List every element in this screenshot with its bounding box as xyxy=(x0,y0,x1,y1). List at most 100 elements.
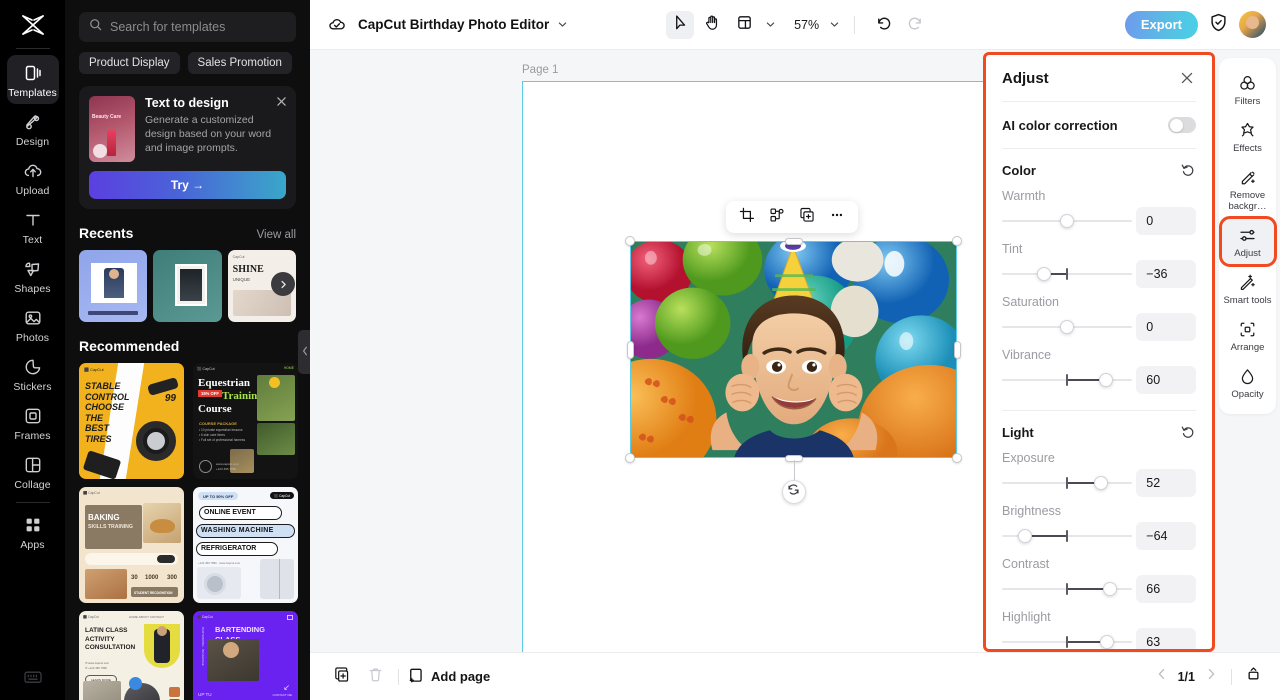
template-card[interactable]: UP TO 50% OFF ⬛ CapCut ONLINE EVENT WASH… xyxy=(193,487,298,603)
close-icon[interactable] xyxy=(276,94,287,112)
sidebar-item-stickers[interactable]: Stickers xyxy=(7,349,59,398)
slider-track[interactable] xyxy=(1002,370,1132,390)
crop-icon xyxy=(739,207,755,228)
slider-value[interactable]: −64 xyxy=(1136,522,1196,550)
sidebar-item-text[interactable]: Text xyxy=(7,202,59,251)
template-card[interactable]: ⬛ CapCut HOME Equestrian Training 15% OF… xyxy=(193,363,298,479)
upload-cloud-icon xyxy=(22,160,44,182)
undo-icon xyxy=(875,14,892,36)
add-page-button[interactable]: Add page xyxy=(408,667,490,686)
export-button[interactable]: Export xyxy=(1124,10,1198,39)
next-page-button[interactable] xyxy=(1204,667,1218,686)
rotate-handle[interactable] xyxy=(781,480,806,504)
resize-handle-left[interactable] xyxy=(626,340,634,359)
slider-value[interactable]: 0 xyxy=(1136,313,1196,341)
duplicate-page-button[interactable] xyxy=(328,664,354,690)
sidebar-item-collage[interactable]: Collage xyxy=(7,447,59,496)
delete-page-button[interactable] xyxy=(362,664,388,690)
tool-arrange[interactable]: Arrange xyxy=(1222,313,1274,358)
tool-opacity[interactable]: Opacity xyxy=(1222,360,1274,405)
sidebar-item-upload[interactable]: Upload xyxy=(7,153,59,202)
zoom-chevron-down-icon[interactable] xyxy=(829,19,840,30)
slider-saturation: Saturation 0 xyxy=(1002,288,1196,341)
template-card[interactable]: ⬛ CapCut STABLE CONTROL CHOOSE THE BEST TIRES… xyxy=(79,363,184,479)
present-button[interactable] xyxy=(1245,666,1262,688)
zoom-level[interactable]: 57% xyxy=(794,18,819,32)
sidebar-item-photos[interactable]: Photos xyxy=(7,300,59,349)
slider-track[interactable] xyxy=(1002,317,1132,337)
tool-filters[interactable]: Filters xyxy=(1222,67,1274,112)
resize-handle-bottom-left[interactable] xyxy=(625,453,635,463)
document-title[interactable]: CapCut Birthday Photo Editor xyxy=(358,17,549,32)
close-icon[interactable] xyxy=(1178,69,1196,87)
collapse-panel-button[interactable] xyxy=(298,330,310,374)
hand-tool-button[interactable] xyxy=(698,11,726,39)
resize-handle-top-right[interactable] xyxy=(952,236,962,246)
sidebar-item-design[interactable]: Design xyxy=(7,104,59,153)
slider-value[interactable]: 60 xyxy=(1136,366,1196,394)
keyboard-shortcuts-button[interactable] xyxy=(0,669,65,690)
slider-track[interactable] xyxy=(1002,632,1132,649)
slider-value[interactable]: 66 xyxy=(1136,575,1196,603)
sidebar-item-label: Templates xyxy=(8,87,57,99)
slider-value[interactable]: −36 xyxy=(1136,260,1196,288)
selected-image-frame[interactable]: С ДНЁМ РОЖД xyxy=(625,201,962,504)
slider-track[interactable] xyxy=(1002,211,1132,231)
tool-label: Filters xyxy=(1234,96,1261,107)
recent-thumb-1[interactable] xyxy=(79,250,148,322)
slider-track[interactable] xyxy=(1002,526,1132,546)
remove-background-button[interactable] xyxy=(764,204,790,230)
sidebar-item-templates[interactable]: Templates xyxy=(6,55,59,104)
slider-track[interactable] xyxy=(1002,579,1132,599)
photo-element[interactable]: С ДНЁМ РОЖД xyxy=(630,241,957,458)
resize-handle-top-left[interactable] xyxy=(625,236,635,246)
redo-button[interactable] xyxy=(901,11,929,39)
slider-track[interactable] xyxy=(1002,264,1132,284)
reset-icon[interactable] xyxy=(1180,162,1196,178)
prev-page-button[interactable] xyxy=(1155,667,1169,686)
tool-effects[interactable]: Effects xyxy=(1222,114,1274,159)
cloud-saved-icon[interactable] xyxy=(324,12,350,38)
resize-handle-top[interactable] xyxy=(784,237,803,245)
reset-icon[interactable] xyxy=(1180,424,1196,440)
add-page-icon xyxy=(408,667,424,686)
slider-value[interactable]: 63 xyxy=(1136,628,1196,649)
chip-product-display[interactable]: Product Display xyxy=(79,52,180,74)
layout-tool-button[interactable] xyxy=(730,11,758,39)
avatar[interactable] xyxy=(1238,11,1266,38)
slider-value[interactable]: 0 xyxy=(1136,207,1196,235)
page-navigation: 1/1 xyxy=(1155,666,1262,688)
template-card[interactable]: ⬛ CapCut BAKING SKILLS TRAINING 30 1000 … xyxy=(79,487,184,603)
select-tool-button[interactable] xyxy=(666,10,695,39)
slider-value[interactable]: 52 xyxy=(1136,469,1196,497)
sidebar-item-apps[interactable]: Apps xyxy=(7,507,59,556)
shield-check-icon[interactable] xyxy=(1208,12,1229,38)
rotate-icon xyxy=(787,483,800,501)
sidebar-item-frames[interactable]: Frames xyxy=(7,398,59,447)
resize-handle-bottom-right[interactable] xyxy=(952,453,962,463)
sidebar-item-label: Stickers xyxy=(13,381,52,393)
ai-color-correction-toggle[interactable] xyxy=(1168,117,1196,133)
recent-thumb-2[interactable] xyxy=(153,250,222,322)
more-options-button[interactable] xyxy=(824,204,850,230)
duplicate-button[interactable] xyxy=(794,204,820,230)
undo-button[interactable] xyxy=(869,11,897,39)
template-card[interactable]: ⬛ CapCut BARTENDINGCLASSDISCOUNT BARTEND… xyxy=(193,611,298,700)
try-button[interactable]: Try → xyxy=(89,171,286,199)
tool-smart-tools[interactable]: Smart tools xyxy=(1222,266,1274,311)
tool-adjust[interactable]: Adjust xyxy=(1218,216,1277,267)
slider-track[interactable] xyxy=(1002,473,1132,493)
search-input[interactable]: Search for templates xyxy=(79,12,296,42)
crop-button[interactable] xyxy=(734,204,760,230)
tool-remove-background[interactable]: Remove backgr… xyxy=(1222,161,1274,217)
opacity-icon xyxy=(1238,366,1258,386)
chevron-down-icon[interactable] xyxy=(557,19,568,30)
template-card[interactable]: ⬛ CapCut HOME ABOUT CONTACT LATIN CLASS A… xyxy=(79,611,184,700)
resize-handle-right[interactable] xyxy=(953,340,961,359)
chip-sales-promotion[interactable]: Sales Promotion xyxy=(187,52,292,74)
recents-view-all[interactable]: View all xyxy=(257,229,296,241)
sidebar-item-shapes[interactable]: Shapes xyxy=(7,251,59,300)
layout-chevron-down-icon[interactable] xyxy=(765,19,776,30)
chevron-right-icon[interactable] xyxy=(271,272,295,296)
capcut-logo-icon[interactable] xyxy=(13,8,53,42)
